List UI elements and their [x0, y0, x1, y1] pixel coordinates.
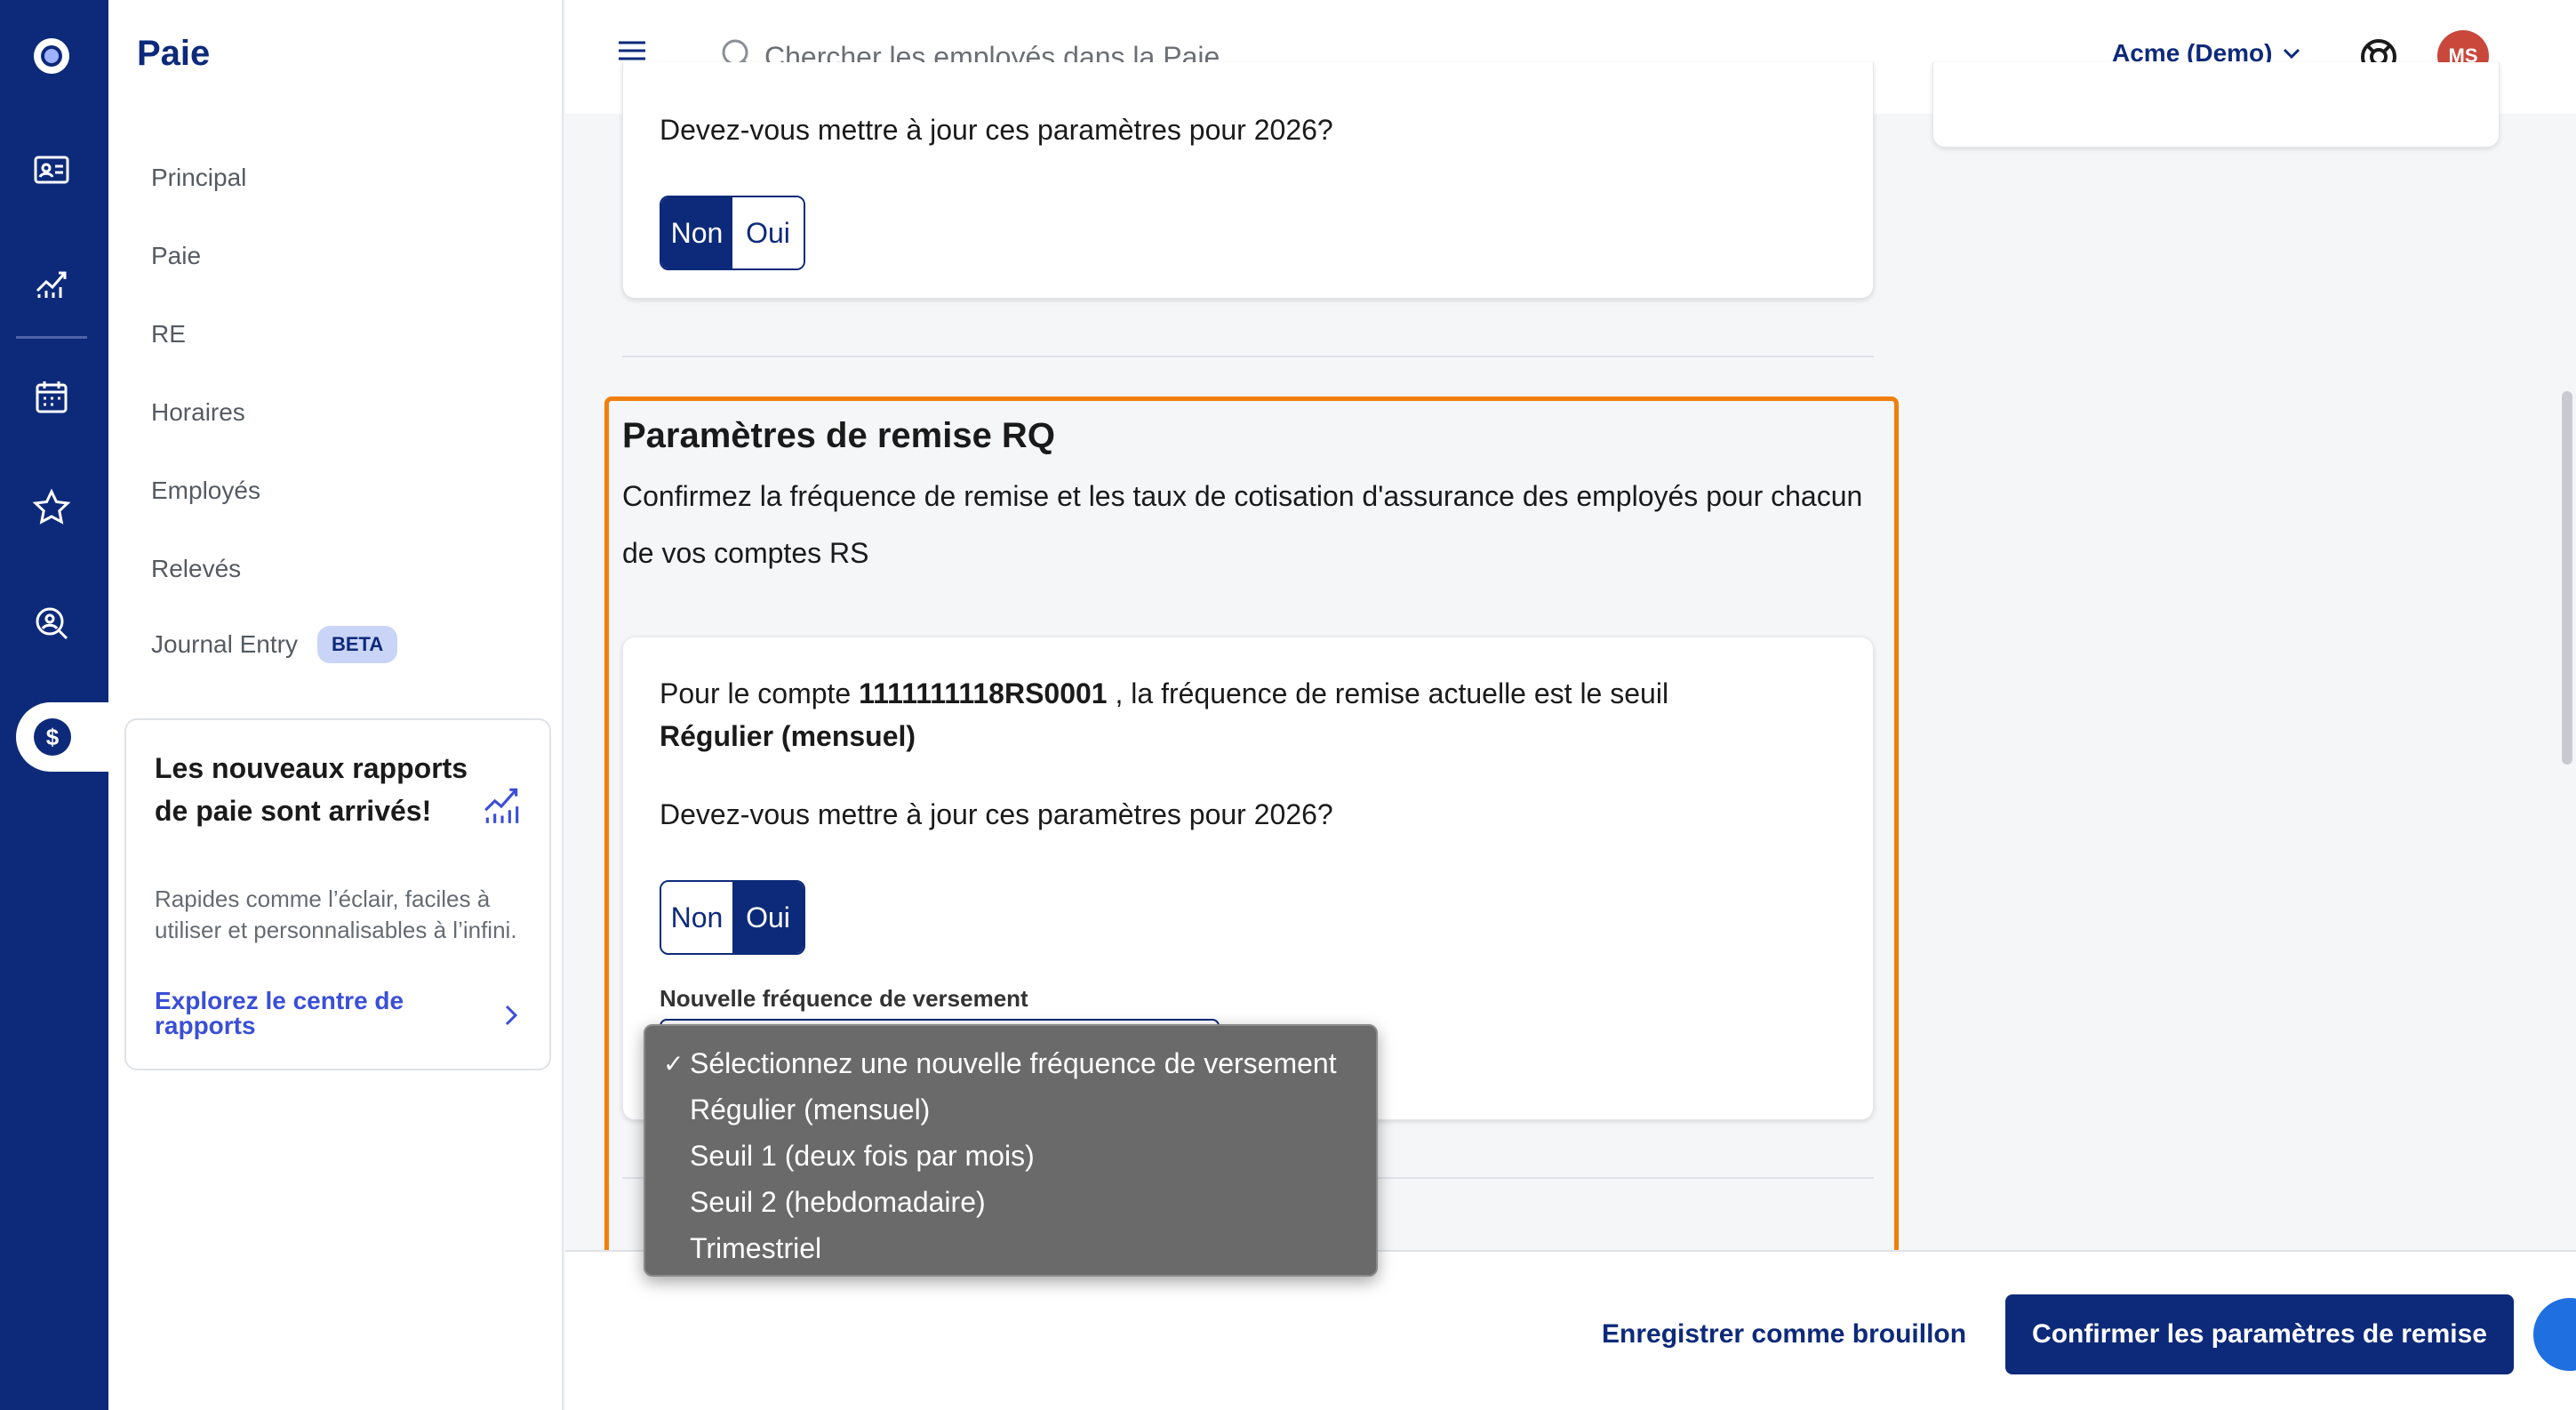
toggle-no[interactable]: Non	[661, 882, 732, 953]
rail-item-payroll[interactable]: $	[16, 702, 108, 772]
app-rail: $	[0, 0, 108, 1410]
frequency-field-label: Nouvelle fréquence de versement	[660, 985, 1028, 1012]
section-divider	[622, 356, 1874, 357]
report-chart-icon	[484, 788, 519, 823]
toggle-no[interactable]: Non	[661, 197, 732, 268]
nav-item-re[interactable]: RE	[151, 320, 186, 348]
account-sentence: Pour le compte 1111111118RS0001 , la fré…	[660, 672, 1668, 757]
chevron-down-icon	[2284, 48, 2300, 60]
summary-card	[1932, 62, 2500, 148]
chevron-right-icon[interactable]	[498, 1003, 523, 1028]
account-suffix: , la fréquence de remise actuelle est le…	[1115, 677, 1669, 709]
nav-item-horaires[interactable]: Horaires	[151, 398, 245, 427]
account-update-toggle[interactable]: Non Oui	[660, 880, 805, 955]
account-prefix: Pour le compte	[660, 677, 852, 709]
option-label: Seuil 1 (deux fois par mois)	[690, 1139, 1035, 1172]
rail-divider	[16, 336, 87, 339]
frequency-dropdown-menu[interactable]: ✓ Sélectionnez une nouvelle fréquence de…	[644, 1024, 1378, 1277]
confirm-settings-button[interactable]: Confirmer les paramètres de remise	[2005, 1294, 2514, 1374]
menu-icon[interactable]	[617, 36, 647, 66]
beta-badge: BETA	[316, 626, 398, 663]
nav-item-employes[interactable]: Employés	[151, 477, 260, 505]
dropdown-option-trimestriel[interactable]: Trimestriel	[645, 1225, 1376, 1271]
reports-center-link[interactable]: Explorez le centre de rapports	[155, 989, 439, 1038]
account-update-question: Devez-vous mettre à jour ces paramètres …	[660, 798, 1333, 830]
toggle-yes[interactable]: Oui	[732, 197, 804, 268]
promo-text: Rapides comme l’éclair, faciles à utilis…	[155, 885, 517, 943]
analytics-icon[interactable]	[24, 256, 79, 311]
nav-item-releves[interactable]: Relevés	[151, 555, 241, 583]
toggle-yes[interactable]: Oui	[732, 882, 804, 953]
account-number: 1111111118RS0001	[859, 677, 1108, 709]
search-people-icon[interactable]	[24, 596, 79, 651]
dropdown-option-seuil-2[interactable]: Seuil 2 (hebdomadaire)	[645, 1179, 1376, 1225]
dropdown-option-placeholder[interactable]: ✓ Sélectionnez une nouvelle fréquence de…	[645, 1040, 1376, 1086]
update-question: Devez-vous mettre à jour ces paramètres …	[660, 114, 1333, 146]
section-description: Confirmez la fréquence de remise et les …	[622, 480, 1863, 569]
logo-icon[interactable]	[24, 28, 79, 84]
contact-card-icon[interactable]	[24, 142, 79, 197]
star-icon[interactable]	[24, 480, 79, 535]
dropdown-option-seuil-1[interactable]: Seuil 1 (deux fois par mois)	[645, 1133, 1376, 1179]
promo-title: Les nouveaux rapports de paie sont arriv…	[155, 752, 468, 827]
dollar-icon: $	[34, 718, 71, 756]
scrollbar[interactable]	[2562, 391, 2572, 765]
option-label: Régulier (mensuel)	[690, 1093, 931, 1126]
option-label: Sélectionnez une nouvelle fréquence de v…	[690, 1046, 1337, 1079]
previous-settings-card	[622, 62, 1874, 299]
dropdown-option-regulier[interactable]: Régulier (mensuel)	[645, 1086, 1376, 1133]
calendar-icon[interactable]	[24, 370, 79, 425]
nav-item-journal-entry[interactable]: Journal Entry BETA	[151, 626, 398, 663]
promo-card: Les nouveaux rapports de paie sont arriv…	[124, 718, 551, 1070]
nav-title: Paie	[137, 34, 211, 73]
update-toggle[interactable]: Non Oui	[660, 196, 805, 270]
current-frequency: Régulier (mensuel)	[660, 720, 916, 752]
nav-item-principal[interactable]: Principal	[151, 164, 246, 192]
option-label: Seuil 2 (hebdomadaire)	[690, 1185, 986, 1218]
nav-item-paie[interactable]: Paie	[151, 242, 201, 270]
option-label: Trimestriel	[690, 1231, 822, 1264]
check-icon: ✓	[663, 1050, 684, 1078]
save-draft-button[interactable]: Enregistrer comme brouillon	[1602, 1319, 1966, 1350]
nav-item-label: Journal Entry	[151, 630, 298, 658]
side-nav: Paie Principal Paie RE Horaires Employés…	[108, 0, 564, 1410]
section-title: Paramètres de remise RQ	[622, 416, 1055, 455]
